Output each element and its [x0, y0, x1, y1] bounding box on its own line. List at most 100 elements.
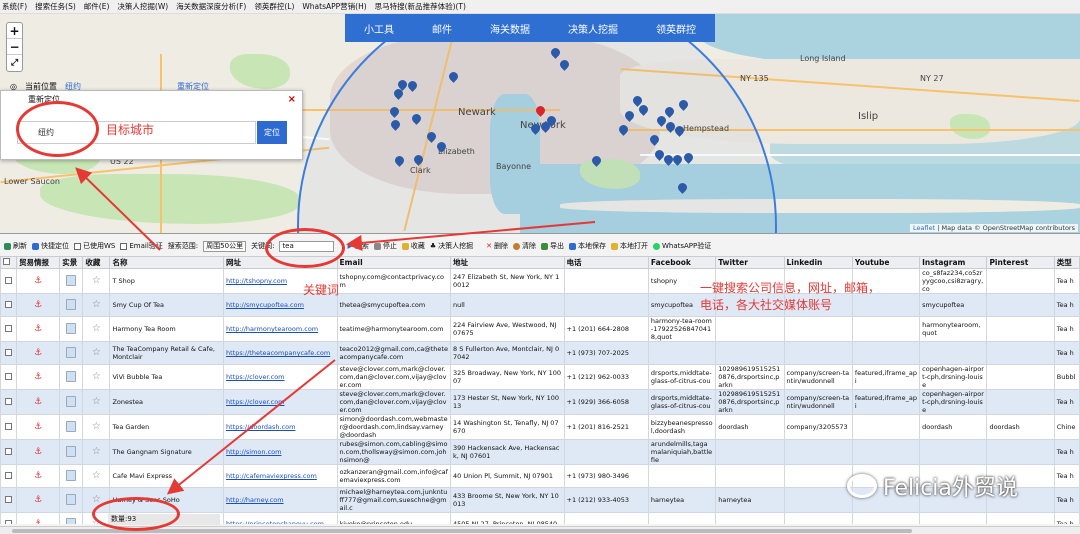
- clear-button[interactable]: 清除: [512, 241, 536, 251]
- trade-intel-icon[interactable]: ⚓: [34, 300, 42, 310]
- map-marker[interactable]: [390, 107, 399, 119]
- street-view-icon[interactable]: [66, 274, 77, 286]
- menu-linkedin[interactable]: 领英群控(L): [254, 1, 294, 12]
- website-cell[interactable]: http://simon.com: [222, 439, 338, 465]
- menu-smart-search[interactable]: 思马特搜(新品推荐体验)(T): [375, 1, 466, 12]
- osm-attribution[interactable]: Map data © OpenStreetMap contributors: [942, 224, 1075, 232]
- favorite-star-icon[interactable]: ☆: [92, 396, 101, 407]
- website-cell[interactable]: http://harmonytearoom.com: [222, 316, 338, 342]
- menu-search-task[interactable]: 搜索任务(S): [35, 1, 76, 12]
- favorite-star-icon[interactable]: ☆: [92, 347, 101, 358]
- column-header[interactable]: Twitter: [715, 256, 785, 269]
- map-marker[interactable]: [414, 155, 423, 167]
- column-header[interactable]: 类型: [1053, 256, 1080, 269]
- current-location-marker[interactable]: [536, 106, 545, 118]
- column-header[interactable]: [0, 256, 18, 269]
- trade-intel-icon[interactable]: ⚓: [34, 519, 42, 525]
- website-cell[interactable]: https://doordash.com: [222, 414, 338, 440]
- favorite-star-icon[interactable]: ☆: [92, 275, 101, 286]
- map-marker[interactable]: [639, 105, 648, 117]
- used-ws-checkbox[interactable]: 已使用WS: [74, 241, 115, 251]
- map-marker[interactable]: [551, 48, 560, 60]
- fullscreen-icon[interactable]: ⤢: [7, 55, 22, 71]
- map-marker[interactable]: [650, 135, 659, 147]
- map-marker[interactable]: [395, 156, 404, 168]
- topnav-linkedin[interactable]: 领英群控: [656, 21, 696, 36]
- map-marker[interactable]: [547, 116, 556, 128]
- row-checkbox[interactable]: [5, 324, 13, 332]
- zoom-out-button[interactable]: −: [7, 39, 22, 55]
- topnav-tools[interactable]: 小工具: [364, 21, 394, 36]
- trade-intel-icon[interactable]: ⚓: [34, 372, 42, 382]
- column-header[interactable]: Facebook: [647, 256, 717, 269]
- street-view-icon[interactable]: [66, 298, 77, 310]
- table-row[interactable]: ⚓ ☆ Zonestea https://clover.com steve@clover…: [0, 389, 1080, 415]
- quick-locate-button[interactable]: 快捷定位: [32, 241, 69, 251]
- map-marker[interactable]: [675, 126, 684, 138]
- delete-button[interactable]: ✕ 删除: [486, 241, 508, 251]
- row-checkbox[interactable]: [5, 348, 13, 356]
- trade-intel-icon[interactable]: ⚓: [34, 276, 42, 286]
- map-marker[interactable]: [666, 122, 675, 134]
- street-view-icon[interactable]: [66, 370, 77, 382]
- menu-system[interactable]: 系统(F): [2, 1, 27, 12]
- street-view-icon[interactable]: [66, 517, 77, 524]
- map-marker[interactable]: [625, 111, 634, 123]
- map-marker[interactable]: [619, 125, 628, 137]
- row-checkbox[interactable]: [5, 519, 13, 524]
- favorite-star-icon[interactable]: ☆: [92, 371, 101, 382]
- trade-intel-icon[interactable]: ⚓: [34, 495, 42, 505]
- row-checkbox[interactable]: [5, 397, 13, 405]
- website-cell[interactable]: https://princetonchanoyu.com: [222, 512, 338, 524]
- close-icon[interactable]: ×: [288, 94, 296, 105]
- map-marker[interactable]: [408, 81, 417, 93]
- menu-decision-maker[interactable]: 决策人挖掘(W): [117, 1, 168, 12]
- topnav-decision-maker[interactable]: 决策人挖掘: [568, 21, 618, 36]
- trade-intel-icon[interactable]: ⚓: [34, 447, 42, 457]
- menu-email[interactable]: 邮件(E): [84, 1, 110, 12]
- stop-button[interactable]: 停止: [373, 241, 397, 251]
- whatsapp-verify-button[interactable]: WhatsAPP验证: [652, 241, 711, 251]
- website-cell[interactable]: https://clover.com: [222, 364, 338, 390]
- local-open-button[interactable]: 本地打开: [610, 241, 648, 251]
- export-button[interactable]: 导出: [540, 241, 564, 251]
- map-marker[interactable]: [560, 60, 569, 72]
- column-header[interactable]: Email: [336, 256, 452, 269]
- favorite-star-icon[interactable]: ☆: [92, 470, 101, 481]
- map-marker[interactable]: [391, 120, 400, 132]
- map-marker[interactable]: [684, 153, 693, 165]
- street-view-icon[interactable]: [66, 322, 77, 334]
- email-verify-checkbox[interactable]: Email验证: [120, 241, 163, 251]
- trade-intel-icon[interactable]: ⚓: [34, 422, 42, 432]
- website-cell[interactable]: https://theteacompanycafe.com: [222, 341, 338, 365]
- trade-intel-icon[interactable]: ⚓: [34, 324, 42, 334]
- topnav-customs[interactable]: 海关数据: [490, 21, 530, 36]
- map-marker[interactable]: [665, 107, 674, 119]
- map-marker[interactable]: [673, 155, 682, 167]
- website-cell[interactable]: https://clover.com: [222, 389, 338, 415]
- row-checkbox[interactable]: [5, 300, 13, 308]
- column-header[interactable]: 实景: [59, 256, 84, 269]
- locate-button[interactable]: 定位: [257, 121, 287, 144]
- street-view-icon[interactable]: [66, 346, 77, 358]
- column-header[interactable]: 贸易情报: [16, 256, 61, 269]
- menu-customs-analysis[interactable]: 海关数据深度分析(F): [176, 1, 246, 12]
- select-all-checkbox[interactable]: [3, 258, 10, 265]
- column-header[interactable]: 收藏: [82, 256, 111, 269]
- map-marker[interactable]: [592, 156, 601, 168]
- column-header[interactable]: Pinterest: [986, 256, 1055, 269]
- website-cell[interactable]: http://cafemaviexpress.com: [222, 464, 338, 488]
- map-marker[interactable]: [437, 142, 446, 154]
- map-marker[interactable]: [394, 89, 403, 101]
- column-header[interactable]: Youtube: [851, 256, 921, 269]
- column-header[interactable]: Instagram: [919, 256, 988, 269]
- street-view-icon[interactable]: [66, 420, 77, 432]
- map-marker[interactable]: [412, 114, 421, 126]
- favorite-star-icon[interactable]: ☆: [92, 421, 101, 432]
- favorite-star-icon[interactable]: ☆: [92, 323, 101, 334]
- row-checkbox[interactable]: [5, 471, 13, 479]
- row-checkbox[interactable]: [5, 422, 13, 430]
- table-row[interactable]: ⚓ ☆ The TeaCompany Retail & Cafe, Montclai…: [0, 341, 1080, 365]
- refresh-button[interactable]: 刷新: [4, 241, 27, 251]
- leaflet-link[interactable]: Leaflet: [913, 224, 935, 232]
